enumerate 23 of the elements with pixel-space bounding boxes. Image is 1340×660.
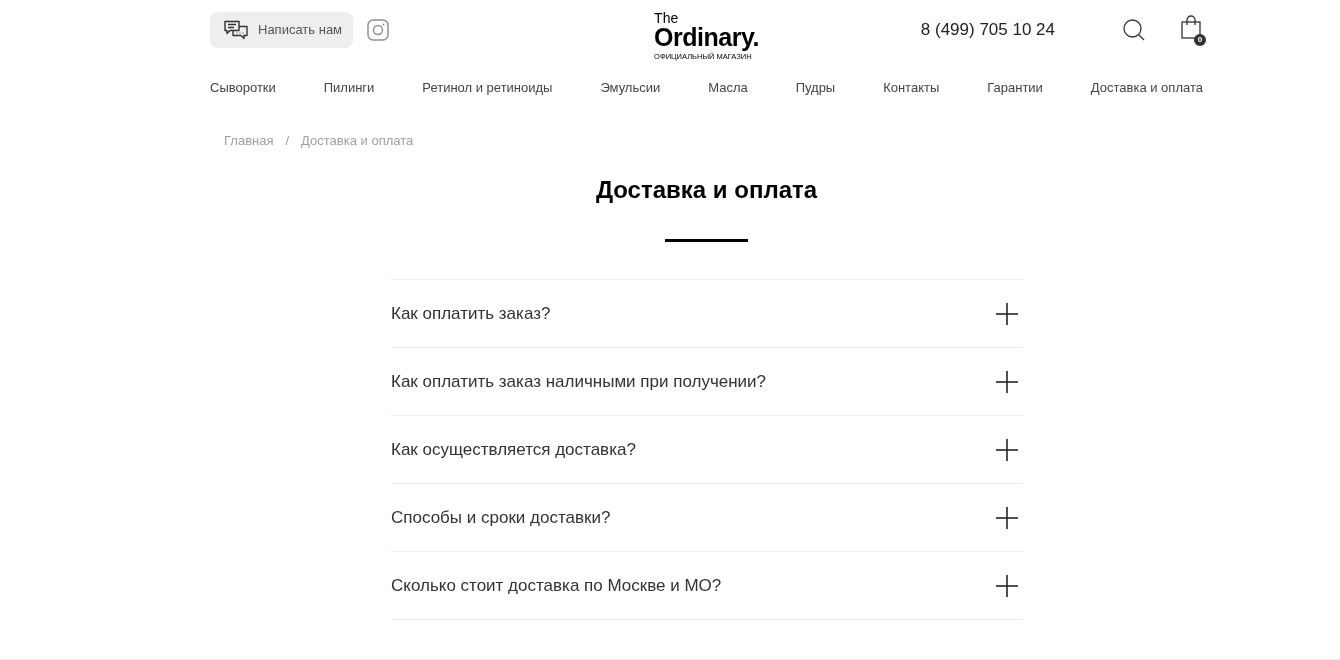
instagram-icon[interactable] (367, 19, 389, 41)
nav-link[interactable]: Пилинги (323, 75, 375, 101)
faq-question[interactable]: Как оплатить заказ наличными при получении? (391, 348, 1023, 415)
faq-question[interactable]: Сколько стоит доставка по Москве и МО? (391, 552, 1023, 619)
page-title: Доставка и оплата (595, 175, 818, 205)
nav-link[interactable]: Гарантии (987, 75, 1043, 101)
nav-link[interactable]: Ретинол и ретиноиды (422, 75, 553, 101)
nav-link[interactable]: Эмульсии (600, 75, 661, 101)
nav-link[interactable]: Масла (708, 75, 748, 101)
nav-link[interactable]: Сыворотки (210, 75, 276, 101)
nav-link[interactable]: Контакты (883, 75, 940, 101)
nav-link[interactable]: Пудры (795, 75, 836, 101)
shopping-bag-icon[interactable] (1181, 15, 1201, 39)
chat-bubbles-icon (224, 20, 248, 40)
faq-question[interactable]: Как осуществляется доставка? (391, 416, 1023, 483)
contact-button[interactable]: Написать нам (210, 12, 353, 48)
nav-link[interactable]: Доставка и оплата (1090, 75, 1203, 101)
search-icon[interactable] (1123, 19, 1145, 41)
cart-count-badge: 0 (1194, 34, 1206, 46)
phone-number[interactable]: 8 (499) 705 10 24 (920, 17, 1055, 43)
faq-question[interactable]: Как оплатить заказ? (391, 280, 1023, 347)
faq-question[interactable]: Способы и сроки доставки? (391, 484, 1023, 551)
breadcrumb-separator: / (285, 133, 290, 149)
